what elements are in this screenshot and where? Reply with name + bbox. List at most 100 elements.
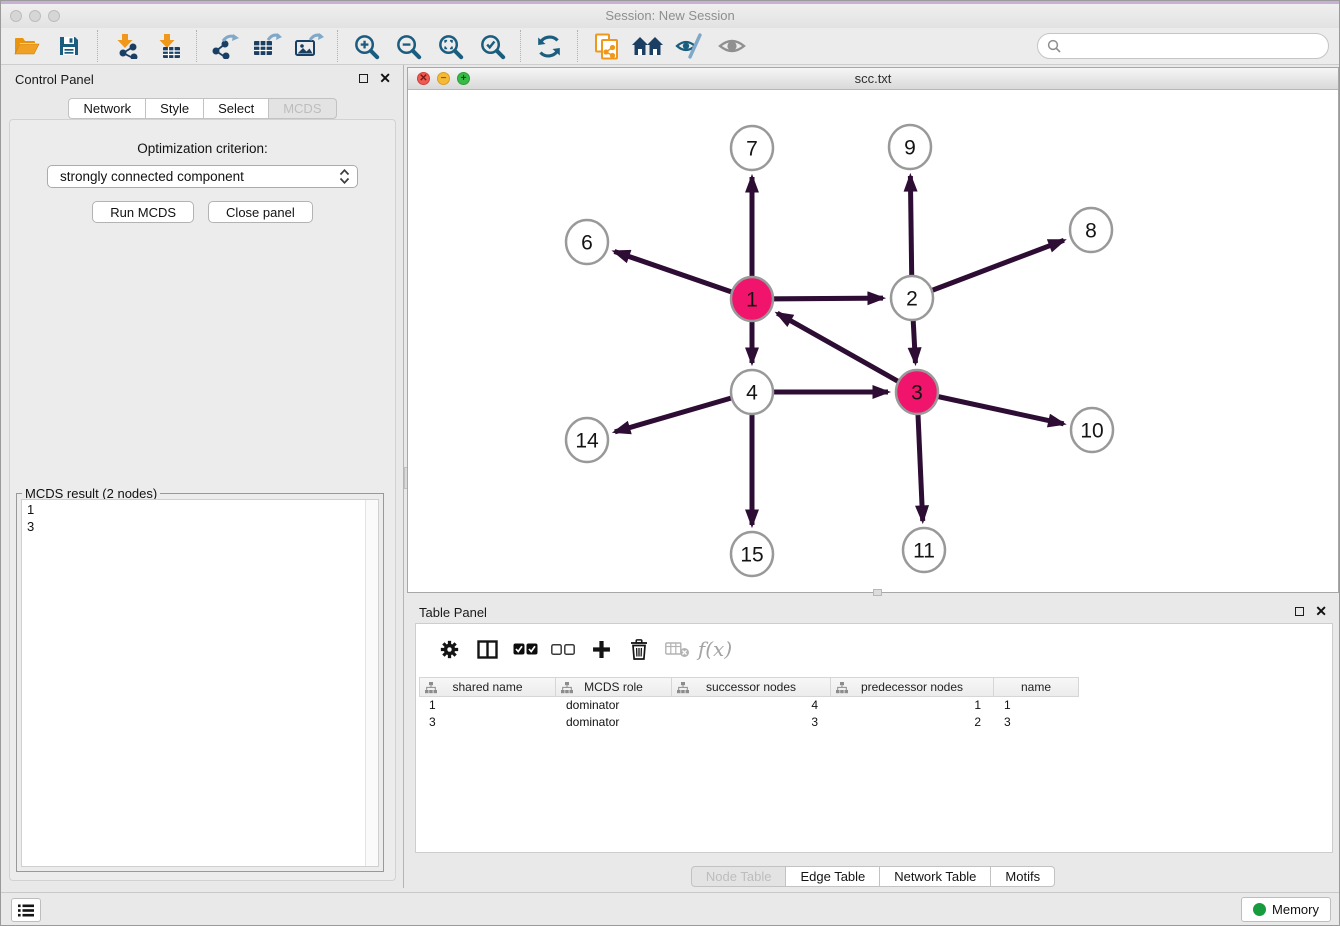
column-header-name[interactable]: name <box>994 677 1079 697</box>
tab-edge-table[interactable]: Edge Table <box>786 866 880 887</box>
graph-node-8[interactable]: 8 <box>1070 208 1112 252</box>
tab-mcds[interactable]: MCDS <box>269 98 336 119</box>
graph-node-9[interactable]: 9 <box>889 125 931 169</box>
column-header-label: name <box>1021 680 1051 694</box>
window-close-button[interactable] <box>10 10 22 22</box>
graph-node-4[interactable]: 4 <box>731 370 773 414</box>
table-cell[interactable]: 2 <box>831 715 994 729</box>
homes-icon <box>632 35 664 58</box>
graph-node-3[interactable]: 3 <box>896 370 938 414</box>
graph-edge-3-1[interactable] <box>777 313 917 392</box>
tab-style[interactable]: Style <box>146 98 204 119</box>
duplicate-network-button[interactable] <box>585 30 627 63</box>
optimization-select[interactable]: strongly connected component <box>47 165 358 188</box>
export-network-button[interactable] <box>204 30 246 63</box>
table-cell[interactable]: 3 <box>672 715 831 729</box>
graph-node-7[interactable]: 7 <box>731 126 773 170</box>
zoom-fit-icon <box>436 32 465 61</box>
tab-network[interactable]: Network <box>68 98 146 119</box>
table-settings-button[interactable] <box>430 632 468 666</box>
zoom-out-button[interactable] <box>387 30 429 63</box>
search-box[interactable] <box>1037 33 1329 59</box>
export-table-button[interactable] <box>246 30 288 63</box>
graph-node-11[interactable]: 11 <box>903 528 945 572</box>
refresh-icon <box>536 34 562 59</box>
table-cell[interactable]: 1 <box>994 698 1079 712</box>
import-network-button[interactable] <box>105 30 147 63</box>
column-header-successor-nodes[interactable]: successor nodes <box>672 677 831 697</box>
zoom-selected-button[interactable] <box>471 30 513 63</box>
network-canvas[interactable]: 7 9 6 8 1 2 4 3 14 10 15 11 <box>408 91 1338 592</box>
fx-icon: f(x) <box>698 637 732 661</box>
graph-edge-3-10[interactable] <box>917 392 1064 424</box>
export-image-button[interactable] <box>288 30 330 63</box>
tab-motifs[interactable]: Motifs <box>991 866 1055 887</box>
close-panel-button[interactable]: Close panel <box>208 201 313 223</box>
create-column-button[interactable] <box>582 632 620 666</box>
graph-node-6[interactable]: 6 <box>566 220 608 264</box>
network-minimize-button[interactable]: − <box>437 72 450 85</box>
table-cell[interactable]: dominator <box>556 715 672 729</box>
float-table-panel-icon[interactable] <box>1295 607 1304 616</box>
graph-node-14[interactable]: 14 <box>566 418 608 462</box>
close-table-panel-icon[interactable]: ✕ <box>1315 606 1327 616</box>
graph-node-10[interactable]: 10 <box>1071 408 1113 452</box>
zoom-fit-button[interactable] <box>429 30 471 63</box>
select-all-columns-button[interactable] <box>506 632 544 666</box>
save-session-button[interactable] <box>48 30 90 63</box>
mcds-result-text[interactable]: 13 <box>21 499 379 867</box>
close-panel-icon[interactable]: ✕ <box>379 73 391 83</box>
graph-node-label: 6 <box>581 232 593 255</box>
window-zoom-button[interactable] <box>48 10 60 22</box>
table-panel: Table Panel ✕ <box>407 598 1339 889</box>
network-resize-handle[interactable] <box>873 589 882 596</box>
first-neighbors-button[interactable] <box>627 30 669 63</box>
result-scrollbar[interactable] <box>365 500 378 866</box>
column-header-shared-name[interactable]: shared name <box>419 677 556 697</box>
delete-table-button[interactable] <box>658 632 696 666</box>
save-icon <box>58 35 80 57</box>
table-cell[interactable]: dominator <box>556 698 672 712</box>
show-all-button[interactable] <box>711 30 753 63</box>
column-header-MCDS-role[interactable]: MCDS role <box>556 677 672 697</box>
table-cell[interactable]: 1 <box>831 698 994 712</box>
open-session-button[interactable] <box>6 30 48 63</box>
network-window-titlebar[interactable]: ✕ − + scc.txt <box>408 68 1338 90</box>
graph-node-15[interactable]: 15 <box>731 532 773 576</box>
table-cell[interactable]: 3 <box>994 715 1079 729</box>
tab-select[interactable]: Select <box>204 98 269 119</box>
delete-column-button[interactable] <box>620 632 658 666</box>
show-panels-button[interactable] <box>11 898 41 922</box>
network-maximize-button[interactable]: + <box>457 72 470 85</box>
tab-network-table[interactable]: Network Table <box>880 866 991 887</box>
column-header-predecessor-nodes[interactable]: predecessor nodes <box>831 677 994 697</box>
memory-button[interactable]: Memory <box>1241 897 1331 922</box>
window-controls[interactable] <box>10 10 60 22</box>
table-row[interactable]: 3dominator323 <box>419 714 1079 731</box>
window-minimize-button[interactable] <box>29 10 41 22</box>
table-cell[interactable]: 1 <box>419 698 556 712</box>
function-builder-button[interactable]: f(x) <box>696 632 734 666</box>
tab-node-table[interactable]: Node Table <box>691 866 787 887</box>
graph-node-2[interactable]: 2 <box>891 276 933 320</box>
table-row[interactable]: 1dominator411 <box>419 697 1079 714</box>
table-cell[interactable]: 3 <box>419 715 556 729</box>
toolbar-separator <box>196 30 197 62</box>
table-cell[interactable]: 4 <box>672 698 831 712</box>
graph-node-label: 10 <box>1080 420 1103 443</box>
search-input[interactable] <box>1067 39 1319 54</box>
network-graph[interactable]: 7 9 6 8 1 2 4 3 14 10 15 11 <box>408 91 1340 593</box>
show-column-button[interactable] <box>468 632 506 666</box>
hide-selected-button[interactable] <box>669 30 711 63</box>
refresh-button[interactable] <box>528 30 570 63</box>
graph-edge-2-8[interactable] <box>912 240 1064 298</box>
float-panel-icon[interactable] <box>359 74 368 83</box>
zoom-in-button[interactable] <box>345 30 387 63</box>
unselect-all-columns-button[interactable] <box>544 632 582 666</box>
network-close-button[interactable]: ✕ <box>417 72 430 85</box>
result-line: 1 <box>27 502 373 519</box>
graph-node-1[interactable]: 1 <box>731 277 773 321</box>
node-table[interactable]: shared nameMCDS rolesuccessor nodesprede… <box>419 677 1079 730</box>
run-mcds-button[interactable]: Run MCDS <box>92 201 194 223</box>
import-table-button[interactable] <box>147 30 189 63</box>
